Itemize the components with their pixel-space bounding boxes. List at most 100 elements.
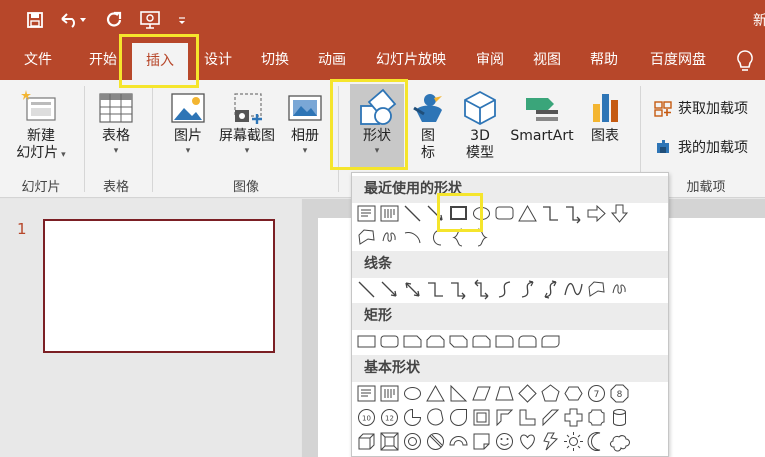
basic-moon[interactable] [586, 431, 607, 452]
shape-text-box[interactable] [356, 203, 377, 224]
line-straight[interactable] [356, 279, 377, 300]
line-curved-double-arrow[interactable] [540, 279, 561, 300]
shape-down-arrow[interactable] [609, 203, 630, 224]
basic-frame[interactable] [471, 407, 492, 428]
line-curve[interactable] [563, 279, 584, 300]
shape-elbow-connector[interactable] [540, 203, 561, 224]
basic-no-symbol[interactable] [425, 431, 446, 452]
shape-right-brace[interactable] [471, 227, 492, 248]
shape-elbow-arrow-connector[interactable] [563, 203, 584, 224]
table-button[interactable]: 表格 ▾ [92, 88, 140, 172]
rect-snip-round[interactable] [471, 331, 492, 352]
basic-octagon[interactable]: 8 [609, 383, 630, 404]
basic-isosceles-triangle[interactable] [425, 383, 446, 404]
picture-button[interactable]: 图片 ▾ [164, 88, 212, 172]
get-addins-button[interactable]: 获取加载项 [654, 98, 748, 118]
tab-insert[interactable]: 插入 [132, 43, 188, 80]
line-double-arrow[interactable] [402, 279, 423, 300]
basic-trapezoid[interactable] [494, 383, 515, 404]
shape-oval[interactable] [471, 203, 492, 224]
shape-rounded-rectangle[interactable] [494, 203, 515, 224]
basic-lightning-bolt[interactable] [540, 431, 561, 452]
tab-view[interactable]: 视图 [519, 40, 575, 80]
tab-baidu-netdisk[interactable]: 百度网盘 [636, 40, 720, 80]
new-slide-button[interactable]: 新建 幻灯片 ▾ [8, 88, 74, 172]
basic-right-triangle[interactable] [448, 383, 469, 404]
basic-l-shape[interactable] [517, 407, 538, 428]
basic-heart[interactable] [517, 431, 538, 452]
line-curved-arrow[interactable] [517, 279, 538, 300]
redo-icon[interactable] [104, 8, 124, 32]
line-elbow-arrow[interactable] [448, 279, 469, 300]
basic-folded-corner[interactable] [471, 431, 492, 452]
3d-model-button[interactable]: 3D 模型 [456, 88, 504, 172]
basic-cube[interactable] [356, 431, 377, 452]
basic-pie[interactable] [402, 407, 423, 428]
shape-scribble[interactable] [379, 227, 400, 248]
tab-review[interactable]: 审阅 [462, 40, 518, 80]
screenshot-button[interactable]: 屏幕截图 ▾ [214, 88, 280, 172]
line-arrow[interactable] [379, 279, 400, 300]
tab-help[interactable]: 帮助 [576, 40, 632, 80]
basic-diamond[interactable] [517, 383, 538, 404]
line-elbow-double-arrow[interactable] [471, 279, 492, 300]
tab-file[interactable]: 文件 [10, 40, 66, 80]
basic-hexagon[interactable] [563, 383, 584, 404]
shape-left-brace[interactable] [448, 227, 469, 248]
shape-rectangle[interactable] [448, 203, 469, 224]
rect-rounded[interactable] [379, 331, 400, 352]
chart-button[interactable]: 图表 [582, 88, 628, 172]
customize-quick-access-icon[interactable] [176, 8, 188, 32]
shape-line[interactable] [402, 203, 423, 224]
tab-slideshow[interactable]: 幻灯片放映 [363, 40, 459, 80]
shape-arrow-line[interactable] [425, 203, 446, 224]
basic-donut[interactable] [402, 431, 423, 452]
shape-left-bracket-curve[interactable] [425, 227, 446, 248]
basic-pentagon[interactable] [540, 383, 561, 404]
basic-cross[interactable] [563, 407, 584, 428]
basic-decagon[interactable]: 10 [356, 407, 377, 428]
basic-oval[interactable] [402, 383, 423, 404]
basic-sun[interactable] [563, 431, 584, 452]
tab-home[interactable]: 开始 [75, 40, 131, 80]
basic-text-box[interactable] [356, 383, 377, 404]
line-elbow[interactable] [425, 279, 446, 300]
basic-teardrop[interactable] [448, 407, 469, 428]
basic-bevel[interactable] [379, 431, 400, 452]
rect-snip-diagonal[interactable] [448, 331, 469, 352]
shapes-button[interactable]: 形状 ▾ [350, 84, 404, 168]
basic-parallelogram[interactable] [471, 383, 492, 404]
shape-vertical-text-box[interactable] [379, 203, 400, 224]
shape-arc[interactable] [402, 227, 423, 248]
rect-round-diagonal[interactable] [540, 331, 561, 352]
basic-heptagon[interactable]: 7 [586, 383, 607, 404]
line-curved[interactable] [494, 279, 515, 300]
shape-right-arrow[interactable] [586, 203, 607, 224]
basic-block-arc[interactable] [448, 431, 469, 452]
rect-snip-same-side[interactable] [425, 331, 446, 352]
rect-round-single[interactable] [494, 331, 515, 352]
rect-basic[interactable] [356, 331, 377, 352]
basic-chord[interactable] [425, 407, 446, 428]
line-freeform[interactable] [586, 279, 607, 300]
photo-album-button[interactable]: 相册 ▾ [282, 88, 328, 172]
shape-freeform[interactable] [356, 227, 377, 248]
slide-thumbnail[interactable] [43, 219, 275, 353]
basic-cloud[interactable] [609, 431, 630, 452]
line-scribble[interactable] [609, 279, 630, 300]
undo-icon[interactable] [58, 8, 88, 32]
tab-transitions[interactable]: 切换 [247, 40, 303, 80]
present-icon[interactable] [138, 8, 162, 32]
icons-button[interactable]: 图标 [408, 88, 448, 172]
basic-vertical-text-box[interactable] [379, 383, 400, 404]
basic-plaque[interactable] [586, 407, 607, 428]
my-addins-button[interactable]: 我的加载项 [654, 137, 748, 157]
rect-snip-single[interactable] [402, 331, 423, 352]
lightbulb-icon[interactable] [735, 49, 755, 73]
tab-animations[interactable]: 动画 [304, 40, 360, 80]
shape-triangle[interactable] [517, 203, 538, 224]
smartart-button[interactable]: SmartArt [506, 88, 578, 172]
tab-design[interactable]: 设计 [190, 40, 246, 80]
basic-half-frame[interactable] [494, 407, 515, 428]
basic-dodecagon[interactable]: 12 [379, 407, 400, 428]
